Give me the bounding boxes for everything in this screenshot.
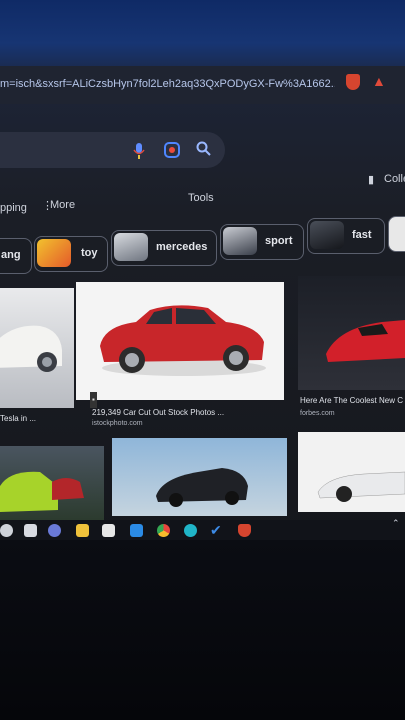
result-source[interactable]: istockphoto.com — [92, 420, 143, 427]
chip-mercedes[interactable]: mercedes — [111, 230, 217, 266]
result-image-red-sportscar[interactable] — [298, 276, 405, 390]
result-image-red-suv[interactable] — [76, 282, 284, 400]
chat-icon[interactable] — [48, 524, 61, 537]
chip-toy[interactable]: toy — [34, 236, 108, 272]
monitor-screen: m=isch&sxsrf=ALiCzsbHyn7fol2Leh2aq33QxPO… — [0, 0, 405, 540]
chip-gang[interactable]: ang — [0, 238, 32, 274]
chip-label: mercedes — [156, 241, 208, 253]
chip-thumbnail — [114, 233, 148, 261]
chip-label: toy — [81, 247, 98, 259]
file-explorer-icon[interactable] — [76, 524, 89, 537]
result-caption[interactable]: Here Are The Coolest New C — [300, 396, 403, 405]
result-caption[interactable]: 219,349 Car Cut Out Stock Photos ... — [92, 408, 224, 417]
brave-taskbar-icon[interactable] — [238, 524, 251, 537]
chip-sport[interactable]: sport — [220, 224, 304, 260]
chip-next[interactable] — [388, 216, 405, 252]
chip-fast[interactable]: fast — [307, 218, 385, 254]
calendar-icon[interactable] — [102, 524, 115, 537]
todo-check-icon[interactable]: ✔ — [210, 523, 223, 537]
laptop-bezel — [0, 540, 405, 720]
store-icon[interactable] — [130, 524, 143, 537]
chip-thumbnail — [223, 227, 257, 255]
tab-more[interactable]: More — [50, 199, 75, 211]
url-text[interactable]: m=isch&sxsrf=ALiCzsbHyn7fol2Leh2aq33QxPO… — [0, 78, 335, 90]
brave-icon[interactable] — [346, 74, 360, 90]
result-image-white-supercar[interactable] — [298, 432, 405, 512]
result-image-tesla[interactable] — [0, 288, 74, 408]
chip-label: ang — [1, 249, 21, 261]
result-image-maserati[interactable] — [112, 438, 287, 516]
chip-label: fast — [352, 229, 372, 241]
result-source[interactable]: forbes.com — [300, 410, 335, 417]
edge-icon[interactable] — [184, 524, 197, 537]
tab-shopping[interactable]: pping — [0, 202, 27, 214]
collections-label[interactable]: Colle — [384, 173, 405, 185]
chip-thumbnail — [37, 239, 71, 267]
mic-icon[interactable] — [133, 143, 145, 161]
chevron-up-icon[interactable]: ⌃ — [392, 516, 400, 530]
start-icon[interactable] — [0, 524, 13, 537]
lens-icon[interactable] — [164, 142, 180, 160]
tools-button[interactable]: Tools — [188, 192, 214, 204]
chip-label: sport — [265, 235, 293, 247]
search-icon[interactable] — [196, 141, 212, 159]
result-image-green-car[interactable] — [0, 446, 104, 522]
chrome-icon[interactable] — [157, 524, 170, 537]
image-badge-icon: ▪ — [90, 392, 97, 408]
result-caption[interactable]: Tesla in ... — [0, 414, 36, 423]
collections-icon[interactable]: ▮ — [368, 173, 374, 187]
search-input[interactable] — [0, 132, 225, 168]
task-view-icon[interactable] — [24, 524, 37, 537]
chip-thumbnail — [310, 221, 344, 249]
notification-icon[interactable]: ▲ — [372, 74, 386, 88]
